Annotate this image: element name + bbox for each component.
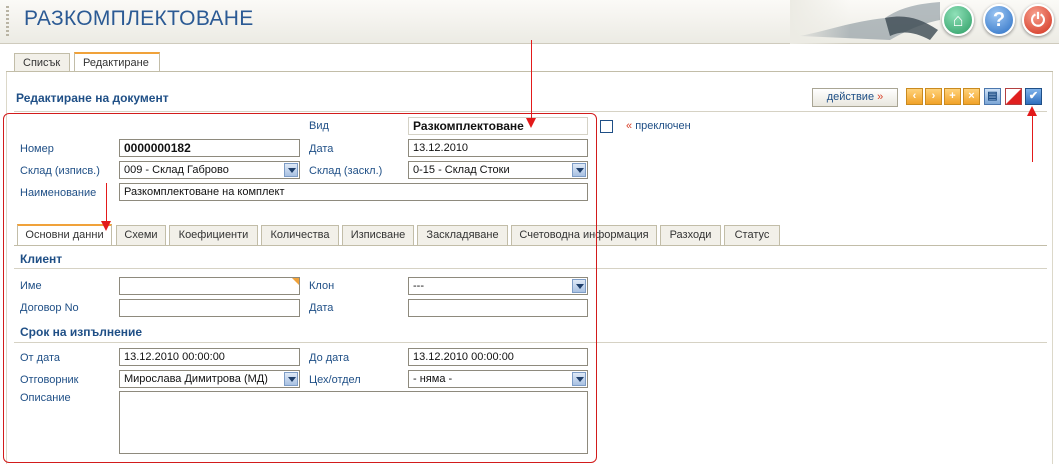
annotation-arrow-head-3 — [1027, 106, 1037, 116]
action-button-label: действие — [826, 91, 875, 103]
annotation-frame — [3, 113, 597, 463]
annotation-arrow-head-2 — [101, 221, 111, 231]
next-icon[interactable]: › — [925, 88, 942, 105]
annotation-arrow-line-1 — [531, 40, 532, 118]
header-grip — [6, 6, 9, 36]
annotation-arrow-line-2 — [106, 183, 107, 221]
action-button[interactable]: действие » — [812, 88, 898, 107]
tab-list[interactable]: Списък — [14, 53, 70, 72]
app-header: РАЗКОМПЛЕКТОВАНЕ ⌂ ? ⏻ — [0, 0, 1059, 44]
help-icon[interactable]: ? — [983, 4, 1015, 36]
annotation-arrow-line-3 — [1032, 116, 1033, 162]
toggle-checkbox[interactable] — [600, 120, 613, 133]
toggle-label[interactable]: « преключен — [626, 120, 691, 132]
page-title: РАЗКОМПЛЕКТОВАНЕ — [24, 7, 254, 30]
home-icon[interactable]: ⌂ — [942, 4, 974, 36]
print-icon[interactable]: ▤ — [984, 88, 1001, 105]
tab-edit[interactable]: Редактиране — [74, 52, 160, 72]
delete-icon[interactable]: × — [963, 88, 980, 105]
flag-icon[interactable] — [1005, 88, 1022, 105]
tab-expenses[interactable]: Разходи — [660, 225, 721, 245]
confirm-icon[interactable]: ✔ — [1025, 88, 1042, 105]
annotation-arrow-head-1 — [526, 118, 536, 128]
toggle-prefix: « — [626, 120, 633, 132]
action-button-arrow: » — [877, 91, 884, 103]
header-bird-decoration — [790, 0, 940, 44]
add-icon[interactable]: + — [944, 88, 961, 105]
toggle-text: преключен — [635, 120, 691, 132]
prev-icon[interactable]: ‹ — [906, 88, 923, 105]
document-heading: Редактиране на документ — [16, 91, 169, 105]
tab-status[interactable]: Статус — [724, 225, 780, 245]
power-icon[interactable]: ⏻ — [1022, 4, 1054, 36]
